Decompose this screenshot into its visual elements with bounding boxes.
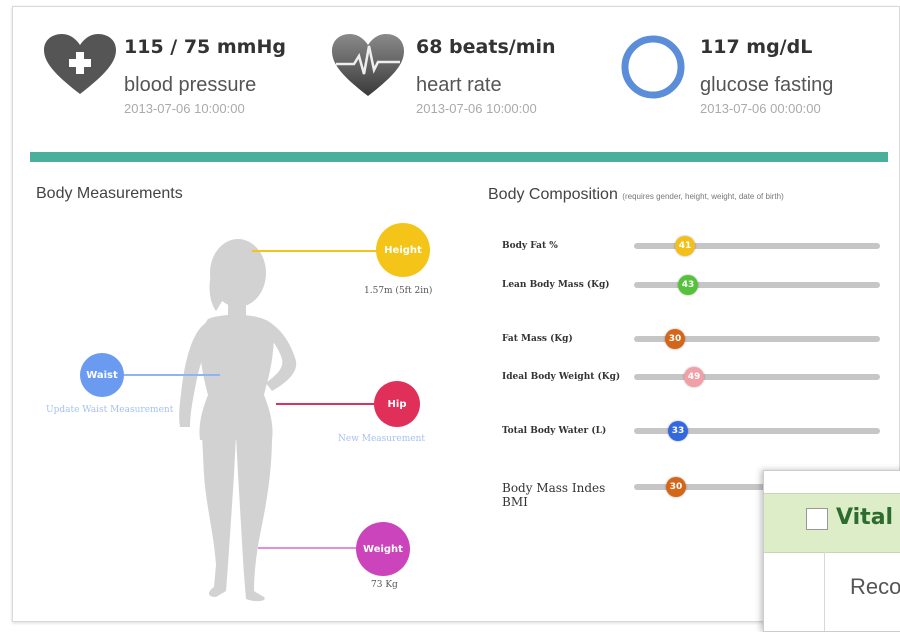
glucose-timestamp: 2013-07-06 00:00:00 [700, 101, 821, 116]
table-divider [824, 552, 825, 631]
glucose-card[interactable]: 117 mg/dL glucose fasting 2013-07-06 00:… [616, 24, 888, 144]
heart-rate-card[interactable]: 68 beats/min heart rate 2013-07-06 10:00… [328, 24, 598, 144]
body-fat-track[interactable] [634, 243, 880, 249]
lean-body-mass-knob[interactable]: 43 [678, 275, 698, 295]
height-marker[interactable]: Height [376, 223, 430, 277]
ideal-body-weight-knob[interactable]: 49 [684, 367, 704, 387]
body-composition-title-text: Body Composition [488, 186, 618, 203]
bmi-knob[interactable]: 30 [666, 477, 686, 497]
vital-signs-title: Vital s [836, 505, 900, 530]
fat-mass-knob[interactable]: 30 [665, 329, 685, 349]
body-fat-label: Body Fat % [502, 241, 558, 251]
vitals-header: 115 / 75 mmHg blood pressure 2013-07-06 … [18, 24, 888, 149]
fat-mass-label: Fat Mass (Kg) [502, 334, 573, 344]
blood-pressure-timestamp: 2013-07-06 10:00:00 [124, 101, 245, 116]
vital-signs-popup: Vital s Reco [763, 470, 900, 632]
glucose-label: glucose fasting [700, 74, 834, 96]
section-divider [30, 152, 888, 162]
blood-pressure-value: 115 / 75 mmHg [124, 36, 286, 58]
total-body-water-knob[interactable]: 33 [668, 421, 688, 441]
blood-pressure-label: blood pressure [124, 74, 257, 96]
vital-signs-checkbox[interactable] [806, 508, 828, 530]
body-composition-note: (requires gender, height, weight, date o… [622, 192, 784, 201]
heart-ecg-icon [332, 34, 404, 96]
hip-marker[interactable]: Hip [374, 381, 420, 427]
heart-rate-label: heart rate [416, 74, 502, 96]
waist-marker[interactable]: Waist [80, 353, 124, 397]
body-composition-title: Body Composition (requires gender, heigh… [488, 186, 784, 204]
blood-pressure-card[interactable]: 115 / 75 mmHg blood pressure 2013-07-06 … [38, 24, 308, 144]
heart-rate-timestamp: 2013-07-06 10:00:00 [416, 101, 537, 116]
body-measurements-title: Body Measurements [36, 185, 183, 202]
ring-icon [621, 35, 685, 99]
total-body-water-label: Total Body Water (L) [502, 426, 607, 436]
ideal-body-weight-track[interactable] [634, 374, 880, 380]
body-fat-knob[interactable]: 41 [675, 236, 695, 256]
lean-body-mass-track[interactable] [634, 282, 880, 288]
ideal-body-weight-label: Ideal Body Weight (Kg) [502, 372, 621, 382]
glucose-value: 117 mg/dL [700, 36, 813, 58]
heart-plus-icon [44, 34, 116, 94]
bmi-label: Body Mass Indes BMI [502, 481, 606, 509]
hip-caption[interactable]: New Measurement [338, 434, 425, 444]
weight-marker[interactable]: Weight [356, 522, 410, 576]
recorded-column-header[interactable]: Reco [850, 574, 900, 600]
waist-caption[interactable]: Update Waist Measurement [46, 405, 173, 415]
heart-rate-value: 68 beats/min [416, 36, 556, 58]
body-silhouette [179, 239, 297, 602]
weight-caption: 73 Kg [371, 580, 398, 590]
height-caption: 1.57m (5ft 2in) [364, 286, 433, 296]
lean-body-mass-label: Lean Body Mass (Kg) [502, 280, 610, 290]
